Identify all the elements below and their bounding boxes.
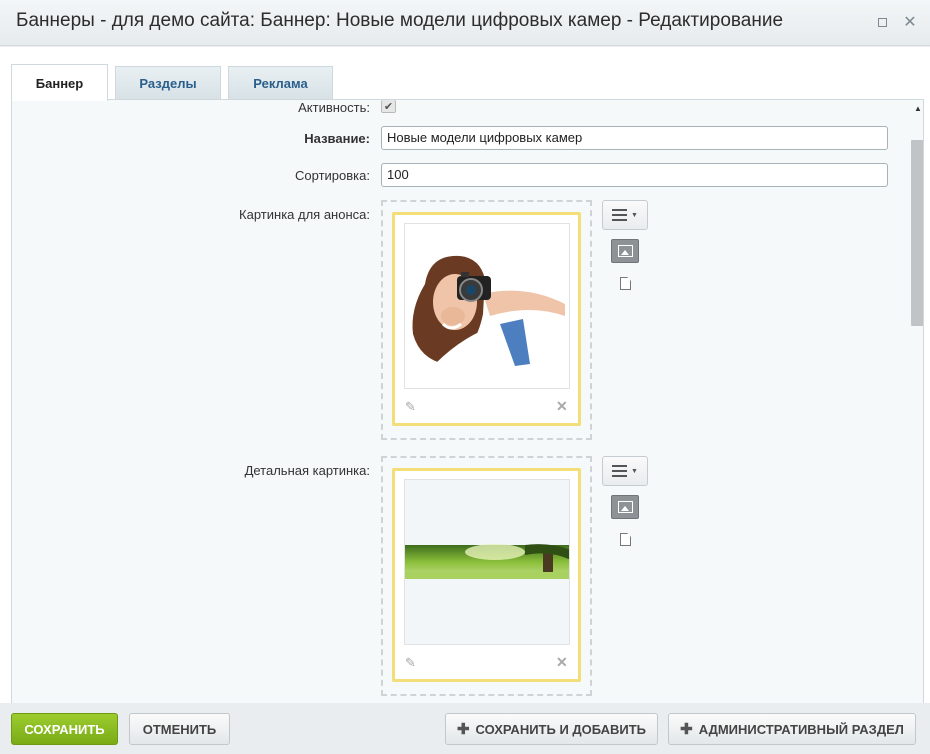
scrollbar-thumb[interactable] [911, 140, 923, 326]
tab-banner[interactable]: Баннер [11, 64, 108, 101]
scroll-up-arrow-icon[interactable]: ▲ [914, 104, 922, 113]
remove-image-icon[interactable]: ✕ [556, 398, 568, 415]
preview-image-dropzone[interactable]: ✎ ✕ [381, 200, 592, 440]
active-checkbox[interactable]: ✔ [381, 100, 396, 113]
name-input[interactable]: Новые модели цифровых камер [381, 126, 888, 150]
detail-image-picture-button[interactable] [611, 495, 639, 519]
caret-down-icon: ▼ [631, 211, 638, 219]
active-label: Активность: [298, 100, 370, 115]
file-icon [620, 533, 631, 546]
titlebar: Баннеры - для демо сайта: Баннер: Новые … [0, 0, 930, 46]
detail-image [404, 479, 570, 645]
admin-section-button[interactable]: ✚ Административный раздел [668, 713, 916, 745]
form-panel: ▲ ▼ Активность: ✔ Название: Новые модели… [11, 99, 924, 750]
preview-image [404, 223, 570, 389]
preview-image-picture-button[interactable] [611, 239, 639, 263]
plus-icon: ✚ [680, 721, 693, 738]
save-and-add-label: Сохранить и добавить [475, 721, 647, 737]
admin-section-label: Административный раздел [698, 721, 904, 737]
save-and-add-button[interactable]: ✚ Сохранить и добавить [445, 713, 658, 745]
image-icon [617, 245, 633, 257]
preview-image-frame: ✎ ✕ [392, 212, 581, 426]
save-button[interactable]: Сохранить [11, 713, 118, 745]
tab-sections[interactable]: Разделы [115, 66, 221, 100]
menu-lines-icon [612, 465, 628, 477]
file-icon [620, 277, 631, 290]
edit-pencil-icon[interactable]: ✎ [405, 655, 416, 671]
dialog-content: Баннер Разделы Реклама ▲ ▼ Активность: ✔… [0, 47, 930, 754]
detail-image-menu-button[interactable]: ▼ [602, 456, 648, 486]
edit-pencil-icon[interactable]: ✎ [405, 399, 416, 415]
name-label: Название: [304, 131, 370, 146]
sort-label: Сортировка: [295, 168, 370, 183]
menu-lines-icon [612, 209, 628, 221]
cancel-button[interactable]: Отменить [129, 713, 230, 745]
close-icon[interactable]: ✕ [902, 14, 918, 31]
dialog-title: Баннеры - для демо сайта: Баннер: Новые … [16, 10, 784, 31]
image-icon [617, 501, 633, 513]
sort-input[interactable]: 100 [381, 163, 888, 187]
preview-image-menu-button[interactable]: ▼ [602, 200, 648, 230]
detail-image-dropzone[interactable]: ✎ ✕ [381, 456, 592, 696]
plus-icon: ✚ [456, 721, 470, 738]
edit-dialog: Баннеры - для демо сайта: Баннер: Новые … [0, 0, 930, 754]
footer-bar: Сохранить Отменить ✚ Сохранить и добавит… [0, 703, 930, 754]
caret-down-icon: ▼ [631, 467, 638, 475]
remove-image-icon[interactable]: ✕ [556, 654, 568, 671]
preview-image-file-button[interactable] [620, 277, 631, 290]
detail-image-frame: ✎ ✕ [392, 468, 581, 682]
preview-image-label: Картинка для анонса: [239, 207, 370, 222]
checkmark-icon: ✔ [383, 100, 394, 113]
detail-image-file-button[interactable] [620, 533, 631, 546]
maximize-icon[interactable] [874, 14, 890, 30]
detail-image-label: Детальная картинка: [244, 463, 370, 478]
tab-ads[interactable]: Реклама [228, 66, 333, 100]
